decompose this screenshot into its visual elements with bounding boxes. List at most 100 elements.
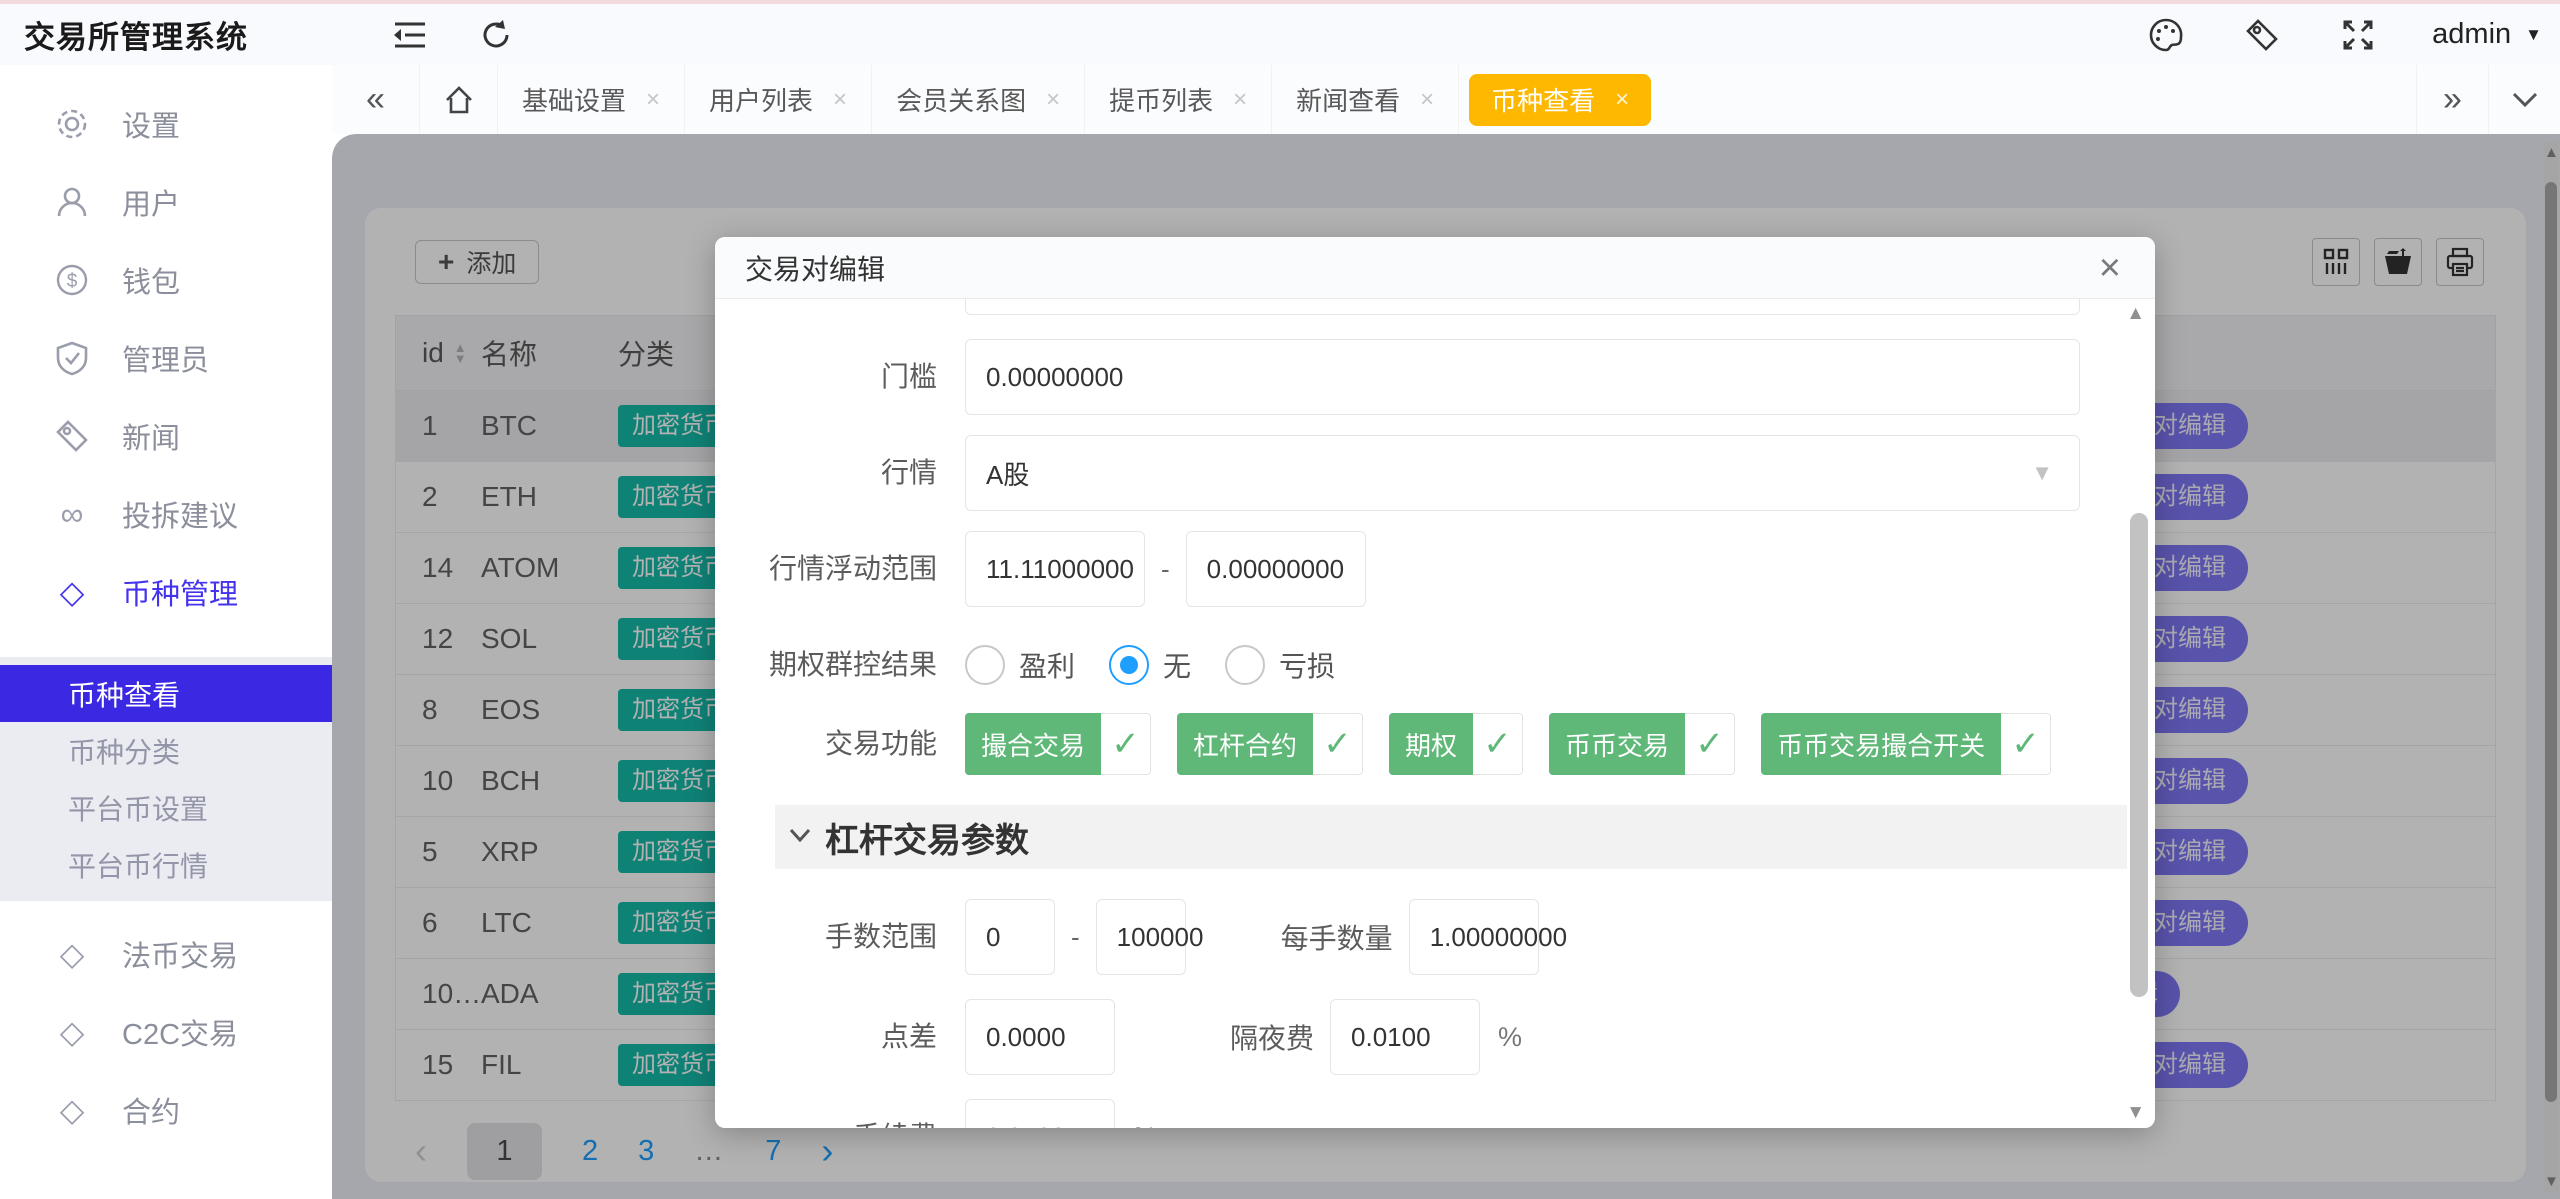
radio-circle	[965, 645, 1005, 685]
percent-unit: %	[1498, 1022, 1522, 1053]
user-menu[interactable]: admin ▼	[2432, 18, 2542, 51]
tab-withdraw-list[interactable]: 提币列表 ×	[1085, 65, 1272, 134]
sidebar-item-suggestions[interactable]: ∞ 投拆建议	[0, 475, 332, 553]
sidebar-item-news[interactable]: 新闻	[0, 397, 332, 475]
modal-scroll-up-icon[interactable]: ▲	[2126, 303, 2145, 325]
sidebar-item-settings[interactable]: 设置	[0, 85, 332, 163]
toggle-matching-trade[interactable]: 撮合交易 ✓	[965, 713, 1151, 775]
lots-to-input[interactable]: 100000	[1096, 899, 1186, 975]
modal-title: 交易对编辑	[745, 248, 885, 288]
toggle-spot-trade[interactable]: 币币交易 ✓	[1549, 713, 1735, 775]
gem-icon: ◇	[52, 1012, 92, 1052]
submenu-item-platform-coin-market[interactable]: 平台币行情	[0, 836, 332, 893]
sidebar-item-label: 法币交易	[122, 933, 238, 975]
sidebar-item-admins[interactable]: 管理员	[0, 319, 332, 397]
field-label: 每手数量	[1281, 917, 1393, 957]
fee-input[interactable]: 0.0100	[965, 1099, 1115, 1128]
threshold-input[interactable]: 0.00000000	[965, 339, 2080, 415]
shield-check-icon	[52, 338, 92, 378]
submenu-label: 币种分类	[68, 731, 180, 771]
sidebar-item-label: 投拆建议	[122, 493, 238, 535]
radio-circle	[1225, 645, 1265, 685]
refresh-icon[interactable]	[474, 13, 518, 57]
field-label: 门槛	[725, 357, 965, 397]
submenu-item-coin-view[interactable]: 币种查看	[0, 665, 332, 722]
cutoff-input[interactable]	[965, 299, 2080, 315]
modal-scroll-down-icon[interactable]: ▼	[2126, 1102, 2145, 1124]
pair-edit-modal: 交易对编辑 × 门槛 0.00000000 行情 A股 ▼ 行情浮动范围 11.…	[715, 237, 2155, 1128]
tab-label: 基础设置	[522, 81, 626, 118]
tab-user-list[interactable]: 用户列表 ×	[685, 65, 872, 134]
sidebar-item-fiat-trade[interactable]: ◇ 法币交易	[0, 915, 332, 993]
modal-header: 交易对编辑 ×	[715, 237, 2155, 299]
market-select[interactable]: A股 ▼	[965, 435, 2080, 511]
submenu-label: 平台币行情	[68, 845, 208, 885]
tab-basic-settings[interactable]: 基础设置 ×	[498, 65, 685, 134]
float-range-from-input[interactable]: 11.11000000	[965, 531, 1145, 607]
tab-close-icon[interactable]: ×	[1615, 86, 1629, 114]
radio-profit[interactable]: 盈利	[965, 645, 1075, 685]
sidebar-item-users[interactable]: 用户	[0, 163, 332, 241]
check-icon: ✓	[1101, 713, 1151, 775]
gear-icon	[52, 104, 92, 144]
tab-close-icon[interactable]: ×	[833, 86, 847, 114]
overnight-fee-input[interactable]: 0.0100	[1330, 999, 1480, 1075]
fullscreen-icon[interactable]	[2336, 13, 2380, 57]
modal-close-icon[interactable]: ×	[2099, 249, 2121, 287]
tab-label: 提币列表	[1109, 81, 1213, 118]
toggle-options[interactable]: 期权 ✓	[1389, 713, 1523, 775]
per-lot-input[interactable]: 1.00000000	[1409, 899, 1539, 975]
modal-scrollbar-thumb[interactable]	[2130, 513, 2148, 997]
tab-label: 用户列表	[709, 81, 813, 118]
theme-palette-icon[interactable]	[2144, 13, 2188, 57]
sidebar: 设置 用户 $ 钱包 管理员 新闻 ∞ 投拆建议	[0, 65, 332, 1199]
lots-from-input[interactable]: 0	[965, 899, 1055, 975]
tabs-scroll-left-icon[interactable]: «	[332, 65, 420, 134]
gem-icon: ◇	[52, 934, 92, 974]
field-label: 期权群控结果	[725, 645, 965, 685]
user-icon	[52, 182, 92, 222]
radio-none[interactable]: 无	[1109, 645, 1191, 685]
field-label: 手数范围	[725, 917, 965, 957]
tab-news-view[interactable]: 新闻查看 ×	[1272, 65, 1459, 134]
tabs-scroll-right-icon[interactable]: »	[2416, 65, 2488, 134]
sidebar-item-coin-management[interactable]: ◇ 币种管理	[0, 553, 332, 631]
toggle-spot-matching-switch[interactable]: 币币交易撮合开关 ✓	[1761, 713, 2051, 775]
chevron-down-icon	[789, 828, 811, 847]
radio-loss[interactable]: 亏损	[1225, 645, 1335, 685]
tabs-menu-icon[interactable]	[2488, 65, 2560, 134]
field-label: 点差	[725, 1017, 965, 1057]
float-range-to-input[interactable]: 0.00000000	[1186, 531, 1366, 607]
submenu-item-platform-coin-settings[interactable]: 平台币设置	[0, 779, 332, 836]
submenu-label: 币种查看	[68, 674, 180, 714]
tab-member-relations[interactable]: 会员关系图 ×	[872, 65, 1085, 134]
gem-icon: ◇	[52, 572, 92, 612]
sidebar-item-wallet[interactable]: $ 钱包	[0, 241, 332, 319]
leverage-params-section-header[interactable]: 杠杆交易参数	[775, 805, 2127, 869]
check-icon: ✓	[1313, 713, 1363, 775]
tab-close-icon[interactable]: ×	[1046, 86, 1060, 114]
check-icon: ✓	[1473, 713, 1523, 775]
gem-icon: ◇	[52, 1090, 92, 1130]
field-label: 手续费	[725, 1117, 965, 1128]
sidebar-item-c2c-trade[interactable]: ◇ C2C交易	[0, 993, 332, 1071]
sidebar-item-contract[interactable]: ◇ 合约	[0, 1071, 332, 1149]
field-label: 行情	[725, 453, 965, 493]
tab-coin-view[interactable]: 币种查看 ×	[1469, 74, 1651, 126]
submenu-item-coin-category[interactable]: 币种分类	[0, 722, 332, 779]
header-right: admin ▼	[2144, 4, 2542, 65]
section-title: 杠杆交易参数	[825, 813, 1029, 862]
tab-close-icon[interactable]: ×	[1420, 86, 1434, 114]
tab-close-icon[interactable]: ×	[646, 86, 660, 114]
tag-icon[interactable]	[2240, 13, 2284, 57]
home-tab-icon[interactable]	[420, 65, 498, 134]
sidebar-collapse-icon[interactable]	[388, 13, 432, 57]
tab-close-icon[interactable]: ×	[1233, 86, 1247, 114]
sidebar-item-label: 用户	[122, 181, 180, 223]
spread-input[interactable]: 0.0000	[965, 999, 1115, 1075]
dollar-circle-icon: $	[52, 260, 92, 300]
toggle-leverage-contract[interactable]: 杠杆合约 ✓	[1177, 713, 1363, 775]
app-title: 交易所管理系统	[24, 12, 248, 57]
link-icon: ∞	[52, 494, 92, 534]
range-separator: -	[1071, 922, 1080, 953]
